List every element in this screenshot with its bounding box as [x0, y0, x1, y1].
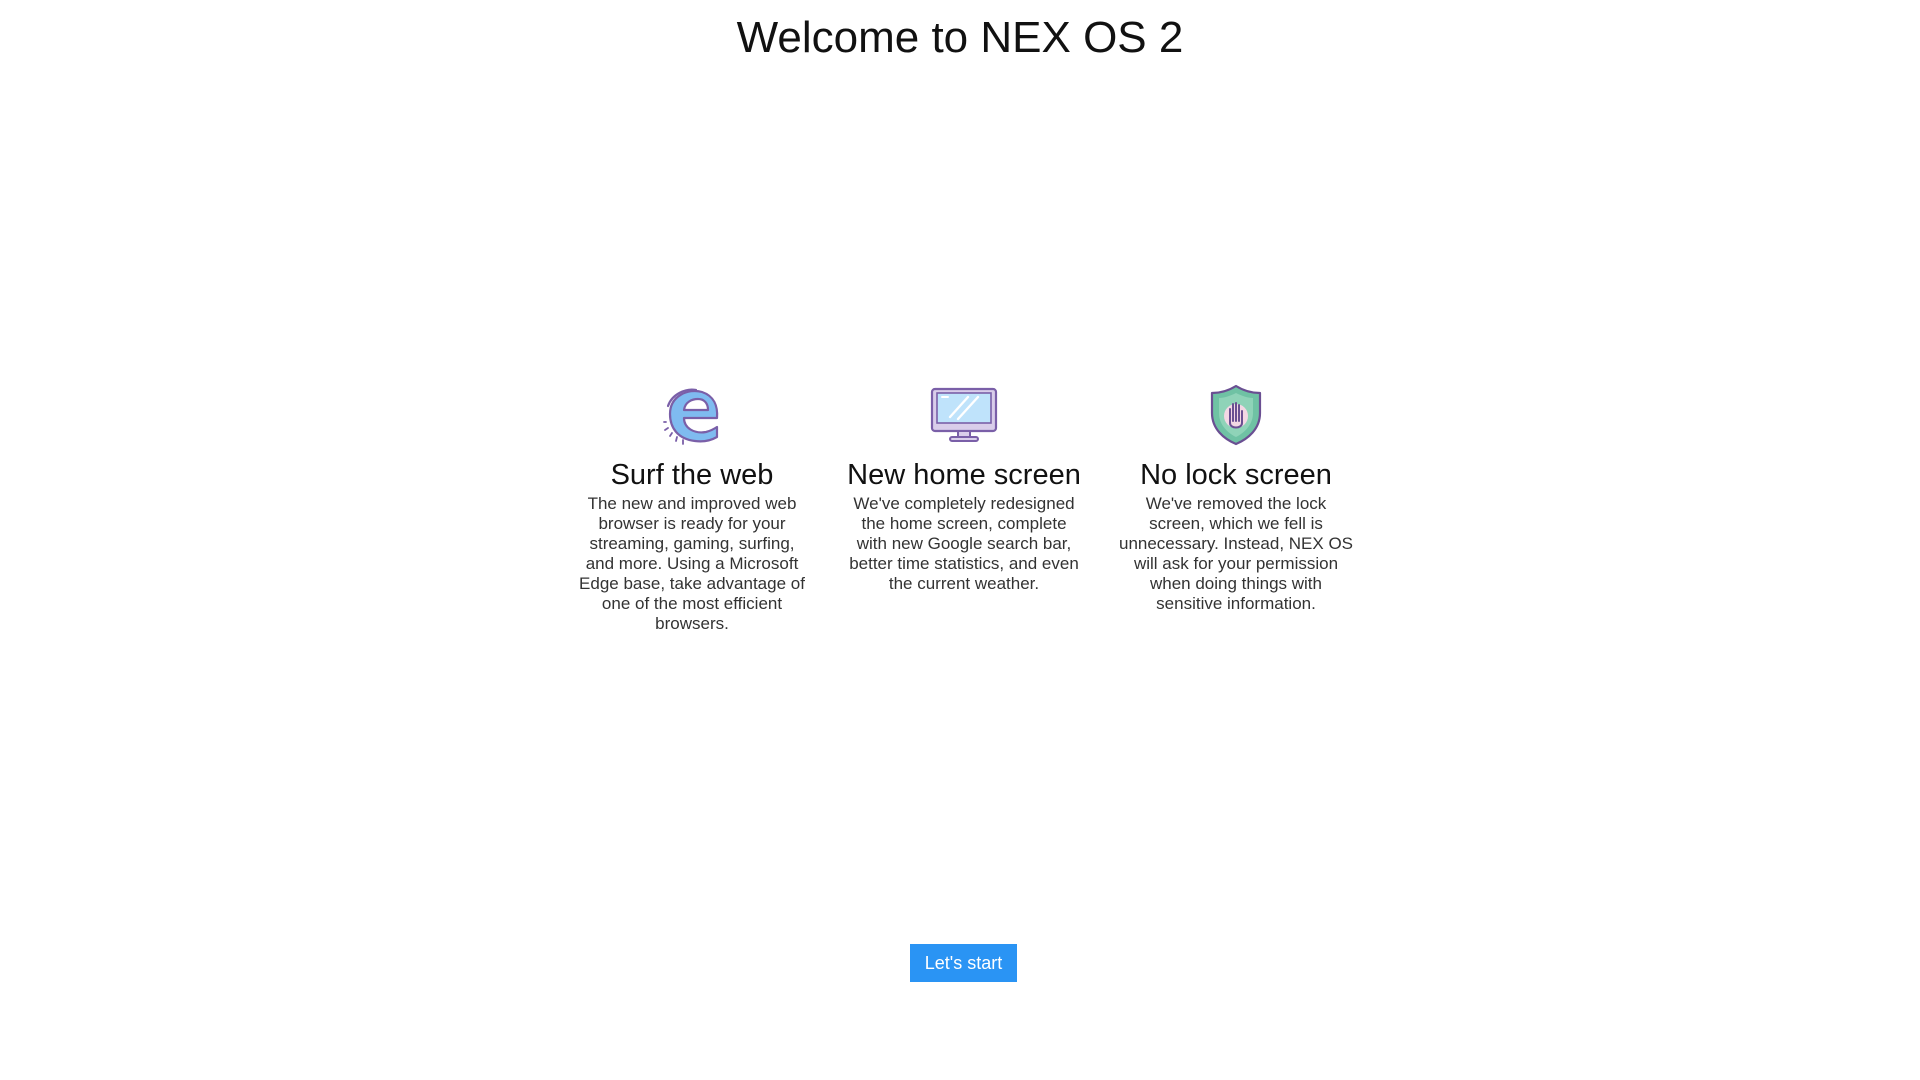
page-title: Welcome to NEX OS 2 — [736, 13, 1184, 62]
feature-surf-web: Surf the web The new and improved web br… — [574, 382, 810, 634]
feature-description: We've completely redesigned the home scr… — [849, 494, 1079, 593]
feature-description: The new and improved web browser is read… — [579, 494, 805, 633]
feature-heading: No lock screen — [1140, 459, 1332, 491]
feature-home-screen: New home screen We've completely redesig… — [846, 382, 1082, 594]
monitor-icon — [846, 382, 1082, 448]
feature-heading: Surf the web — [610, 459, 774, 491]
shield-hand-icon — [1118, 382, 1354, 448]
lets-start-button[interactable]: Let's start — [910, 944, 1017, 982]
feature-description: We've removed the lock screen, which we … — [1118, 494, 1354, 613]
feature-heading: New home screen — [847, 459, 1081, 491]
welcome-page: Welcome to NEX OS 2 Surf the web The new… — [0, 0, 1920, 1080]
feature-no-lock-screen: No lock screen We've removed the lock sc… — [1118, 382, 1354, 614]
edge-browser-icon — [574, 382, 810, 448]
